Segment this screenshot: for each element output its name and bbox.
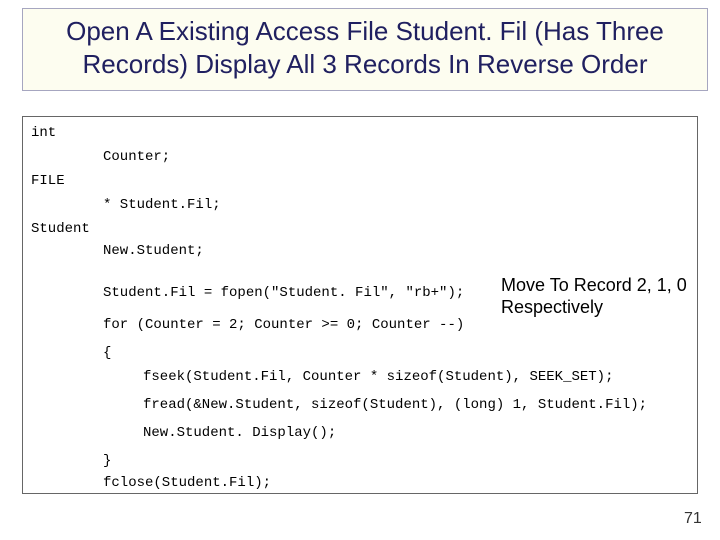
- annotation-line-2: Respectively: [501, 297, 603, 319]
- page-number: 71: [684, 510, 702, 528]
- slide-title-box: Open A Existing Access File Student. Fil…: [22, 8, 708, 91]
- title-line-2: Records) Display All 3 Records In Revers…: [27, 48, 703, 81]
- code-line-11: fread(&New.Student, sizeof(Student), (lo…: [143, 397, 647, 413]
- title-line-1: Open A Existing Access File Student. Fil…: [27, 15, 703, 48]
- code-line-7: Student.Fil = fopen("Student. Fil", "rb+…: [103, 285, 464, 301]
- code-line-3: FILE: [31, 173, 65, 189]
- code-line-14: fclose(Student.Fil);: [103, 475, 271, 491]
- annotation-line-1: Move To Record 2, 1, 0: [501, 275, 687, 297]
- code-line-1: int: [31, 125, 56, 141]
- code-line-12: New.Student. Display();: [143, 425, 336, 441]
- code-line-9: {: [103, 345, 111, 361]
- code-line-10: fseek(Student.Fil, Counter * sizeof(Stud…: [143, 369, 613, 385]
- code-line-2: Counter;: [103, 149, 170, 165]
- code-line-13: }: [103, 453, 111, 469]
- code-box: int Counter; FILE * Student.Fil; Student…: [22, 116, 698, 494]
- code-line-6: New.Student;: [103, 243, 204, 259]
- code-line-8: for (Counter = 2; Counter >= 0; Counter …: [103, 317, 464, 333]
- code-line-5: Student: [31, 221, 90, 237]
- code-line-4: * Student.Fil;: [103, 197, 221, 213]
